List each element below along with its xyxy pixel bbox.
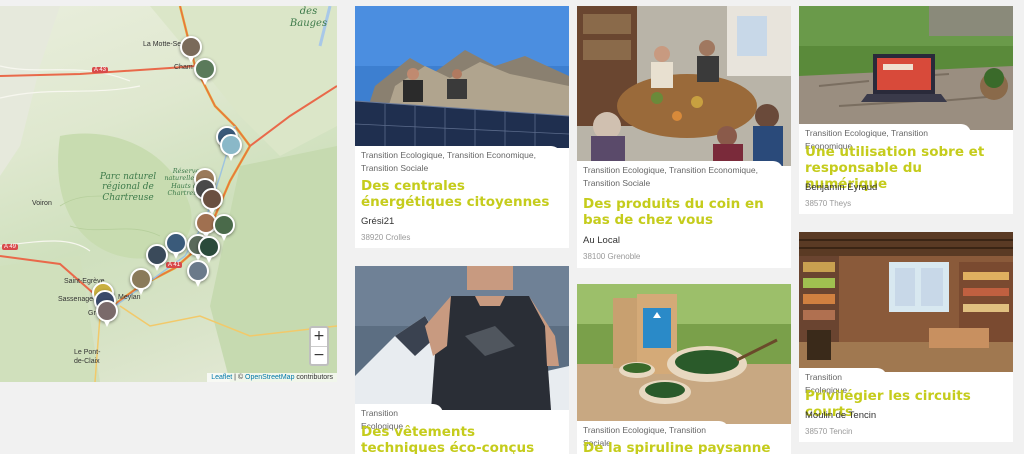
card-location: 38570 Tencin [805,427,853,436]
map-label-bauges: des Bauges [289,6,328,29]
zoom-out-button[interactable]: − [311,346,327,364]
map[interactable]: des Bauges Parc naturel régional de Char… [0,6,337,382]
card-tags: Transition Ecologique, Transition Econom… [355,146,561,177]
page: des Bauges Parc naturel régional de Char… [0,0,1024,454]
road-shield: A 41 [166,262,183,268]
osm-link[interactable]: OpenStreetMap [245,374,294,381]
card-title[interactable]: De la spiruline paysanne [583,440,785,454]
card-location: 38570 Theys [805,199,852,208]
town-label: Cham [174,64,193,71]
map-marker[interactable] [187,260,209,287]
card-location: 38920 Crolles [361,233,411,242]
map-marker[interactable] [220,134,242,161]
card[interactable]: Transition Ecologique Privilégier les ci… [799,232,1013,442]
map-marker[interactable] [180,36,202,63]
map-marker[interactable] [201,188,223,215]
card[interactable]: Transition Ecologique, Transition Econom… [577,6,791,268]
card-location: 38100 Grenoble [583,252,641,261]
road-shield: A 43 [92,67,109,73]
card[interactable]: Transition Ecologique, Transition Econom… [355,6,569,248]
card-organization: Moulin de Tencin [805,410,877,421]
attribution-text: contributors [294,374,333,381]
card-photo [799,6,1013,130]
card[interactable]: Transition Ecologique, Transition Social… [577,284,791,454]
map-attribution: Leaflet | © OpenStreetMap contributors [207,373,337,382]
town-label: Le Pont-de-Claix [74,349,101,365]
card[interactable]: Transition Ecologique Des vêtements tech… [355,266,569,454]
card-organization: Benjamin Eyraud [805,182,878,193]
town-label: Meylan [118,294,141,301]
leaflet-link[interactable]: Leaflet [211,374,232,381]
card-photo [577,6,791,166]
map-marker[interactable] [213,214,235,241]
road-shield: A 49 [2,244,19,250]
card-photo [577,284,791,424]
attribution-separator: | © [232,374,246,381]
card-photo [355,266,569,410]
town-label: Sassenage [58,296,94,303]
map-marker[interactable] [146,244,168,271]
map-marker[interactable] [130,268,152,295]
map-marker[interactable] [165,232,187,259]
map-label-park: Parc naturel régional de Chartreuse [99,172,157,203]
map-marker[interactable] [198,236,220,263]
card[interactable]: Transition Ecologique, Transition Econom… [799,6,1013,214]
card-tags: Transition Ecologique, Transition Econom… [577,161,783,192]
card-photo [799,232,1013,372]
card-title[interactable]: Des produits du coin en bas de chez vous [583,196,785,228]
card-photo [355,6,569,148]
card-title[interactable]: Des centrales énergétiques citoyennes [361,178,563,210]
zoom-in-button[interactable]: + [311,328,327,346]
town-label: Voiron [32,200,52,207]
card-organization: Grési21 [361,216,395,227]
card-organization: Au Local [583,235,620,246]
map-marker[interactable] [194,58,216,85]
map-marker[interactable] [96,300,118,327]
zoom-control: + − [309,326,329,366]
card-title[interactable]: Des vêtements techniques éco-conçus [361,424,563,454]
